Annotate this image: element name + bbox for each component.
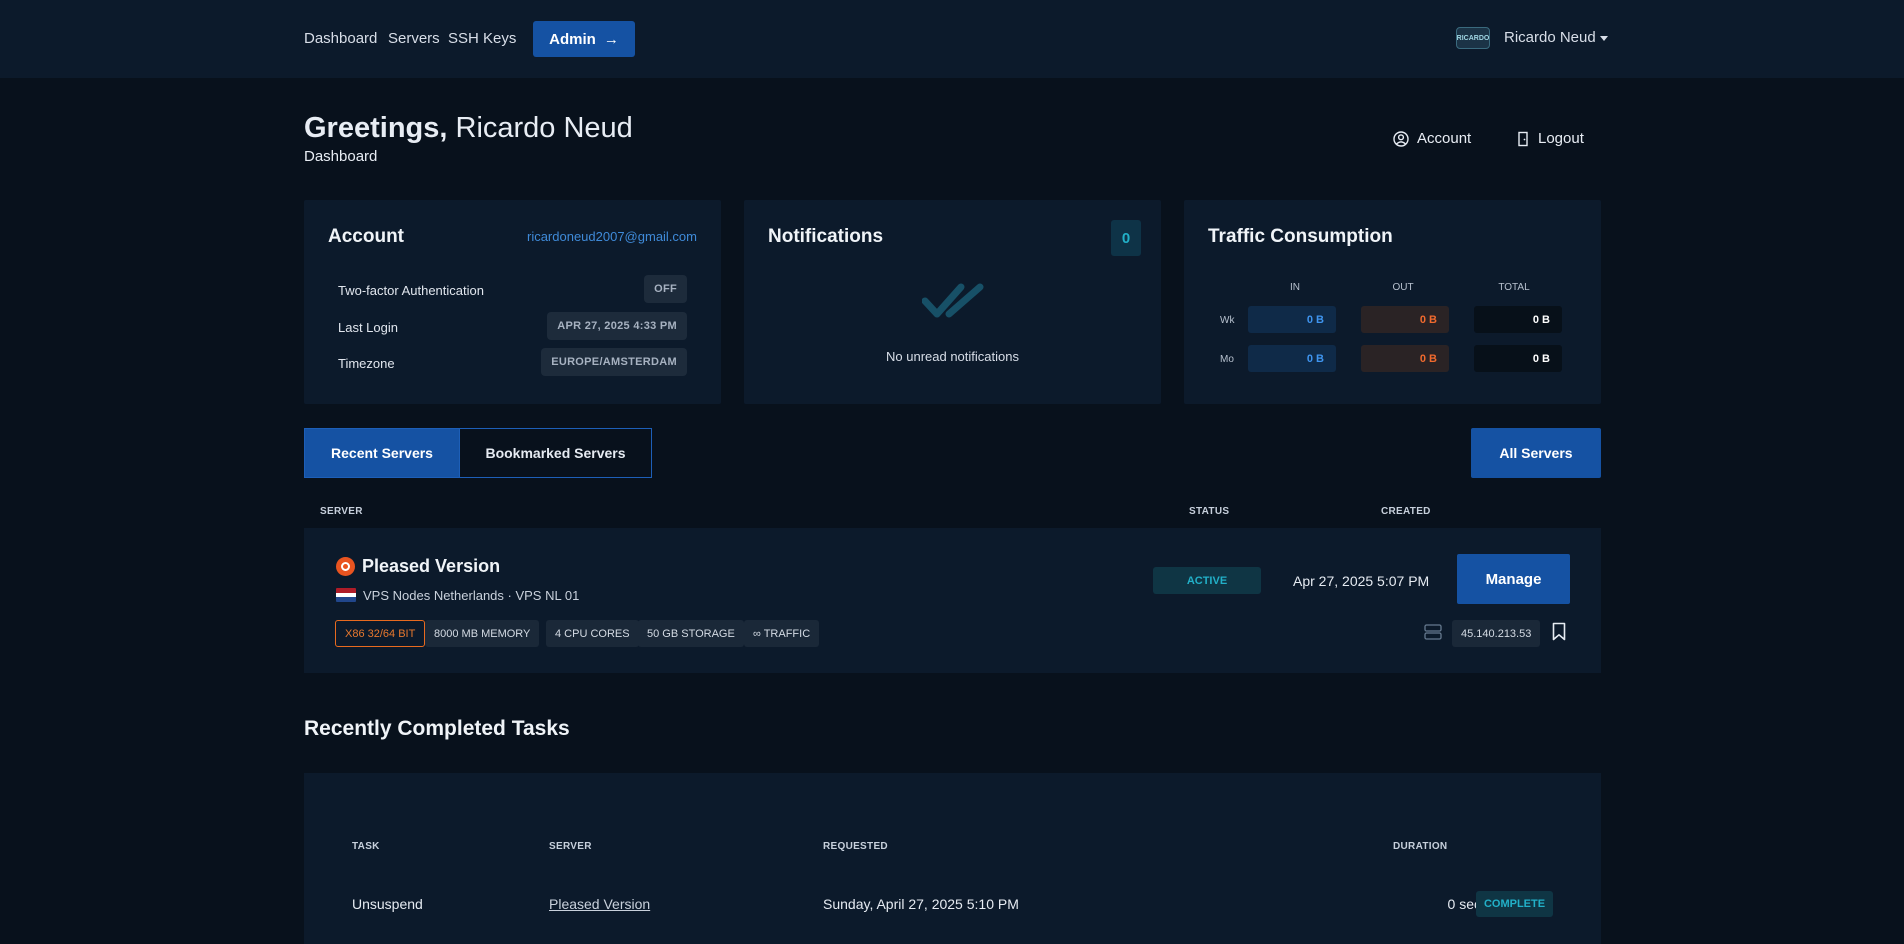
task-column-header: TASK: [352, 841, 380, 852]
account-card-title: Account: [328, 226, 404, 247]
avatar[interactable]: RICARDO: [1456, 27, 1490, 49]
admin-button-label: Admin: [549, 30, 596, 48]
status-badge: ACTIVE: [1153, 567, 1261, 594]
caret-down-icon: [1599, 35, 1608, 41]
timezone-label: Timezone: [338, 356, 395, 371]
task-requested: Sunday, April 27, 2025 5:10 PM: [823, 896, 1019, 912]
account-email[interactable]: ricardoneud2007@gmail.com: [527, 229, 697, 244]
user-name: Ricardo Neud: [1504, 29, 1596, 46]
notifications-card-title: Notifications: [768, 226, 884, 247]
tasks-card: TASK SERVER REQUESTED DURATION Unsuspend…: [304, 773, 1601, 944]
traffic-week-total: 0 B: [1474, 306, 1562, 333]
task-server-link[interactable]: Pleased Version: [549, 896, 650, 912]
traffic-week-out: 0 B: [1361, 306, 1449, 333]
traffic-col-total: TOTAL: [1498, 282, 1530, 293]
breadcrumb: Dashboard: [304, 148, 378, 165]
task-requested-column-header: REQUESTED: [823, 841, 888, 852]
last-login-value: APR 27, 2025 4:33 PM: [547, 312, 687, 340]
account-link-label: Account: [1417, 130, 1472, 147]
server-created-date: Apr 27, 2025 5:07 PM: [1293, 573, 1430, 589]
task-duration-column-header: DURATION: [1393, 841, 1448, 852]
traffic-col-out: OUT: [1392, 282, 1414, 293]
tasks-section-title: Recently Completed Tasks: [304, 717, 570, 740]
traffic-card-title: Traffic Consumption: [1208, 226, 1393, 247]
empty-notifications-text: No unread notifications: [886, 349, 1019, 364]
spec-storage: 50 GB STORAGE: [638, 620, 744, 647]
traffic-month-out: 0 B: [1361, 345, 1449, 372]
bookmark-icon[interactable]: [1552, 622, 1566, 641]
tab-recent-servers[interactable]: Recent Servers: [304, 428, 460, 478]
account-card: Account ricardoneud2007@gmail.com Two-fa…: [304, 200, 721, 404]
greeting-text: Greetings,: [304, 112, 448, 144]
manage-button[interactable]: Manage: [1457, 554, 1570, 604]
admin-button[interactable]: Admin →: [533, 21, 635, 57]
notifications-card: Notifications 0 No unread notifications: [744, 200, 1161, 404]
spec-cpu: 4 CPU CORES: [546, 620, 639, 647]
status-column-header: STATUS: [1189, 506, 1230, 517]
greeting-name: Ricardo Neud: [455, 112, 633, 144]
spec-traffic: ∞ TRAFFIC: [744, 620, 820, 647]
top-navbar: Dashboard Servers SSH Keys Admin → RICAR…: [0, 0, 1904, 78]
nav-ssh-keys-link[interactable]: SSH Keys: [448, 30, 516, 47]
double-check-icon: [922, 283, 984, 318]
ip-address[interactable]: 45.140.213.53: [1452, 620, 1541, 647]
task-name: Unsuspend: [352, 896, 423, 912]
traffic-card: Traffic Consumption IN OUT TOTAL Wk 0 B …: [1184, 200, 1601, 404]
two-factor-label: Two-factor Authentication: [338, 283, 484, 298]
traffic-col-in: IN: [1290, 282, 1300, 293]
traffic-row-label-week: Wk: [1220, 315, 1235, 326]
user-circle-icon: [1393, 130, 1409, 147]
spec-architecture: X86 32/64 BIT: [335, 620, 426, 647]
timezone-value: EUROPE/AMSTERDAM: [541, 348, 687, 376]
netherlands-flag-icon: [336, 588, 356, 602]
two-factor-status-badge: OFF: [644, 275, 687, 303]
notification-count-badge: 0: [1111, 220, 1141, 256]
last-login-label: Last Login: [338, 320, 398, 335]
tab-bookmarked-servers[interactable]: Bookmarked Servers: [459, 428, 652, 478]
traffic-row-label-month: Mo: [1220, 354, 1234, 365]
avatar-text: RICARDO: [1456, 34, 1490, 42]
all-servers-button[interactable]: All Servers: [1471, 428, 1601, 478]
task-duration: 0 sec: [1447, 896, 1481, 912]
server-column-header: SERVER: [320, 506, 363, 517]
page-title: Greetings, Ricardo Neud: [304, 112, 633, 145]
spec-memory: 8000 MB MEMORY: [425, 620, 540, 647]
user-menu-toggle[interactable]: Ricardo Neud: [1504, 29, 1608, 46]
traffic-month-total: 0 B: [1474, 345, 1562, 372]
ubuntu-icon: [336, 557, 355, 576]
server-row[interactable]: Pleased Version VPS Nodes Netherlands · …: [304, 528, 1601, 673]
nav-dashboard-link[interactable]: Dashboard: [304, 30, 377, 47]
door-icon: [1518, 131, 1528, 146]
account-link[interactable]: Account: [1393, 130, 1471, 147]
task-status-badge: COMPLETE: [1476, 891, 1553, 917]
arrow-right-icon: →: [603, 30, 619, 48]
server-location: VPS Nodes Netherlands · VPS NL 01: [363, 588, 580, 603]
logout-link-label: Logout: [1538, 130, 1584, 147]
server-stack-icon: [1424, 624, 1442, 640]
task-server-column-header: SERVER: [549, 841, 592, 852]
traffic-week-in: 0 B: [1248, 306, 1336, 333]
nav-servers-link[interactable]: Servers: [388, 30, 440, 47]
traffic-month-in: 0 B: [1248, 345, 1336, 372]
server-name[interactable]: Pleased Version: [362, 556, 500, 577]
logout-link[interactable]: Logout: [1516, 130, 1584, 147]
created-column-header: CREATED: [1381, 506, 1431, 517]
